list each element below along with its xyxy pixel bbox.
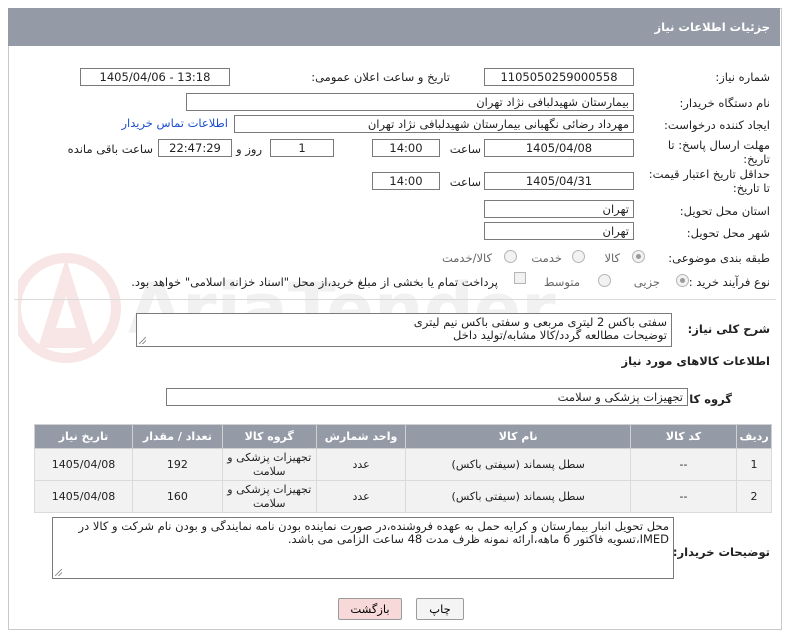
- process-minor-radio[interactable]: [676, 274, 689, 287]
- buyer-notes-textarea[interactable]: محل تحویل انبار بیمارستان و کرایه حمل به…: [52, 517, 674, 579]
- process-medium-label: متوسط: [543, 275, 580, 289]
- col-group: گروه کالا: [221, 424, 317, 449]
- resize-handle-icon[interactable]: [55, 569, 62, 576]
- category-service-radio[interactable]: [572, 250, 585, 263]
- cell-name: سطل پسماند (سیفتی باکس): [405, 480, 631, 513]
- goods-table: ردیف کد کالا نام کالا واحد شمارش گروه کا…: [34, 424, 772, 513]
- treasury-payment-note: پرداخت تمام یا بخشی از مبلغ خرید،از محل …: [131, 275, 498, 289]
- cell-group: تجهیزات پزشکی و سلامت: [221, 480, 317, 513]
- category-label: طبقه بندی موضوعی:: [668, 251, 770, 265]
- remaining-label: ساعت باقی مانده: [67, 142, 153, 156]
- cell-unit: عدد: [315, 480, 407, 513]
- resize-handle-icon[interactable]: [139, 337, 146, 344]
- divider: [14, 299, 776, 300]
- requester-field: مهرداد رضائی نگهبانی بیمارستان شهیدلبافی…: [234, 115, 634, 133]
- cell-name: سطل پسماند (سیفتی باکس): [405, 448, 631, 481]
- delivery-province-field: تهران: [484, 200, 634, 218]
- print-button[interactable]: چاپ: [416, 598, 464, 620]
- price-validity-date-field: 1405/04/31: [484, 172, 634, 190]
- col-code: کد کالا: [629, 424, 738, 449]
- category-goods-service-radio[interactable]: [504, 250, 517, 263]
- cell-unit: عدد: [315, 448, 407, 481]
- remaining-time-field: 22:47:29: [158, 139, 232, 157]
- reply-date-field: 1405/04/08: [484, 139, 634, 157]
- price-validity-label: حداقل تاریخ اعتبار قیمت:: [648, 167, 770, 181]
- reply-time-field: 14:00: [372, 139, 440, 157]
- price-validity-label-2: تا تاریخ:: [732, 181, 770, 195]
- process-medium-radio[interactable]: [598, 274, 611, 287]
- need-number-label: شماره نیاز:: [715, 70, 770, 84]
- category-service-label: خدمت: [531, 251, 562, 265]
- col-date: تاریخ نیاز: [34, 424, 133, 449]
- cell-date: 1405/04/08: [34, 480, 133, 513]
- buyer-contact-link[interactable]: اطلاعات تماس خریدار: [121, 116, 228, 130]
- category-goods-service-label: کالا/خدمت: [441, 251, 492, 265]
- announce-datetime-field: 1405/04/06 - 13:18: [80, 68, 230, 86]
- remaining-days-field: 1: [270, 139, 334, 157]
- description-label: شرح کلی نیاز:: [687, 322, 770, 336]
- delivery-city-field: تهران: [484, 222, 634, 240]
- process-minor-label: جزیی: [633, 275, 660, 289]
- table-row: 2 -- سطل پسماند (سیفتی باکس) عدد تجهیزات…: [34, 480, 772, 513]
- cell-row: 1: [736, 448, 772, 481]
- need-number-field: 1105050259000558: [484, 68, 634, 86]
- buyer-org-label: نام دستگاه خریدار:: [679, 96, 770, 110]
- reply-time-label: ساعت: [449, 142, 481, 156]
- announce-datetime-label: تاریخ و ساعت اعلان عمومی:: [311, 70, 450, 84]
- col-row: ردیف: [736, 424, 772, 449]
- buyer-notes-label: توضیحات خریدار:: [672, 545, 770, 559]
- requester-label: ایجاد کننده درخواست:: [664, 118, 770, 132]
- page-title: جزئیات اطلاعات نیاز: [8, 8, 780, 46]
- delivery-city-label: شهر محل تحویل:: [686, 226, 770, 240]
- col-name: نام کالا: [405, 424, 631, 449]
- cell-date: 1405/04/08: [34, 448, 133, 481]
- treasury-payment-checkbox[interactable]: [514, 272, 526, 284]
- reply-deadline-label: مهلت ارسال پاسخ: تا: [667, 138, 770, 152]
- back-button[interactable]: بازگشت: [338, 598, 402, 620]
- cell-group: تجهیزات پزشکی و سلامت: [221, 448, 317, 481]
- description-line-2: توضیحات مطالعه گردد/کالا مشابه/تولید داخ…: [453, 328, 667, 342]
- price-validity-time-field: 14:00: [372, 172, 440, 190]
- price-validity-time-label: ساعت: [449, 175, 481, 189]
- category-goods-radio[interactable]: [632, 250, 645, 263]
- cell-code: --: [629, 480, 738, 513]
- table-row: 1 -- سطل پسماند (سیفتی باکس) عدد تجهیزات…: [34, 448, 772, 481]
- delivery-province-label: استان محل تحویل:: [679, 204, 770, 218]
- reply-deadline-label-2: تاریخ:: [743, 152, 770, 166]
- buyer-notes-line-2: IMED،تسویه فاکتور 6 ماهه،ارائه نمونه ظرف…: [287, 532, 669, 546]
- goods-group-field: تجهیزات پزشکی و سلامت: [166, 388, 688, 406]
- cell-code: --: [629, 448, 738, 481]
- days-label: روز و: [236, 142, 262, 156]
- process-type-label: نوع فرآیند خرید :: [688, 275, 770, 289]
- category-goods-label: کالا: [604, 251, 620, 265]
- buyer-org-field: بیمارستان شهیدلبافی نژاد تهران: [186, 93, 634, 111]
- cell-row: 2: [736, 480, 772, 513]
- description-textarea[interactable]: سفتی باکس 2 لیتری مربعی و سفتی باکس نیم …: [136, 313, 672, 347]
- goods-section-title: اطلاعات کالاهای مورد نیاز: [621, 354, 770, 368]
- cell-qty: 160: [132, 480, 223, 513]
- cell-qty: 192: [132, 448, 223, 481]
- col-unit: واحد شمارش: [315, 424, 407, 449]
- col-qty: تعداد / مقدار: [132, 424, 223, 449]
- table-header-row: ردیف کد کالا نام کالا واحد شمارش گروه کا…: [34, 424, 772, 449]
